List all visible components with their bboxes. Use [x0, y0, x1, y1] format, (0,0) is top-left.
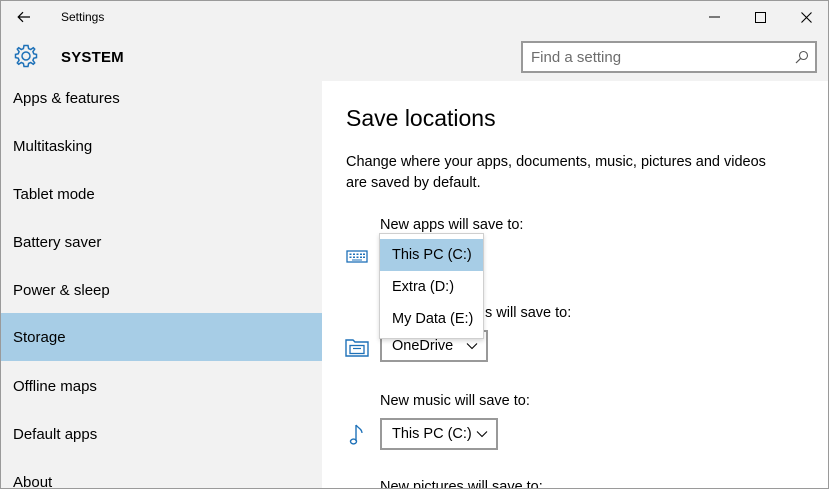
chevron-down-icon [476, 431, 488, 438]
sidebar-item-label: About [13, 473, 53, 489]
search-box[interactable] [521, 41, 817, 73]
dropdown-value: OneDrive [392, 338, 454, 354]
sidebar-item-offline-maps[interactable]: Offline maps [1, 362, 322, 410]
sidebar-item-label: Default apps [13, 425, 98, 443]
minimize-button[interactable] [691, 1, 737, 33]
close-button[interactable] [783, 1, 828, 33]
window-title: Settings [61, 10, 105, 24]
sidebar-item-multitasking[interactable]: Multitasking [1, 122, 322, 170]
documents-save-label: s will save to: [485, 305, 572, 321]
sidebar-item-about[interactable]: About [1, 458, 322, 489]
apps-save-label: New apps will save to: [380, 217, 524, 233]
music-location-dropdown[interactable]: This PC (C:) [380, 418, 498, 450]
page-title: Save locations [346, 105, 496, 131]
chevron-down-icon [466, 343, 478, 350]
sidebar-item-label: Tablet mode [13, 185, 95, 203]
close-icon [800, 11, 812, 23]
maximize-icon [754, 11, 766, 23]
sidebar: Apps & features Multitasking Tablet mode… [1, 81, 322, 489]
sidebar-item-label: Power & sleep [13, 281, 110, 299]
documents-icon [345, 339, 369, 357]
sidebar-item-label: Storage [13, 328, 66, 346]
dropdown-option-label: Extra (D:) [392, 279, 455, 295]
settings-window: Settings SYSTEM Find a setting Apps & fe… [0, 0, 829, 489]
sidebar-item-apps-features[interactable]: Apps & features [1, 74, 322, 122]
sidebar-item-label: Battery saver [13, 233, 102, 251]
dropdown-value: This PC (C:) [392, 426, 472, 442]
gear-icon [13, 43, 39, 69]
music-note-icon [349, 424, 363, 445]
back-button[interactable] [1, 1, 47, 33]
page-description: Change where your apps, documents, music… [346, 154, 766, 191]
maximize-button[interactable] [737, 1, 783, 33]
search-icon[interactable] [795, 50, 809, 64]
sidebar-item-tablet-mode[interactable]: Tablet mode [1, 170, 322, 218]
dropdown-option-label: This PC (C:) [392, 247, 472, 263]
sidebar-item-default-apps[interactable]: Default apps [1, 410, 322, 458]
dropdown-option-extra[interactable]: Extra (D:) [380, 271, 483, 303]
title-bar: Settings [1, 1, 828, 33]
dropdown-option-my-data[interactable]: My Data (E:) [380, 303, 483, 335]
main-content: Save locations Change where your apps, d… [322, 81, 828, 489]
sidebar-item-battery-saver[interactable]: Battery saver [1, 218, 322, 266]
sidebar-item-label: Multitasking [13, 137, 93, 155]
music-save-label: New music will save to: [380, 393, 530, 409]
sidebar-item-power-sleep[interactable]: Power & sleep [1, 266, 322, 314]
dropdown-option-label: My Data (E:) [392, 311, 474, 327]
sidebar-item-label: Offline maps [13, 377, 97, 395]
sidebar-item-storage[interactable]: Storage [1, 313, 322, 361]
section-title: SYSTEM [61, 49, 124, 66]
sidebar-item-label: Apps & features [13, 89, 120, 107]
minimize-icon [708, 16, 720, 18]
apps-location-dropdown-menu: This PC (C:) Extra (D:) My Data (E:) [379, 233, 484, 339]
search-input[interactable] [531, 47, 781, 67]
dropdown-option-this-pc[interactable]: This PC (C:) [380, 239, 483, 271]
arrow-left-icon [17, 11, 30, 23]
pictures-save-label: New pictures will save to: [380, 479, 543, 489]
apps-keyboard-icon [346, 250, 368, 263]
